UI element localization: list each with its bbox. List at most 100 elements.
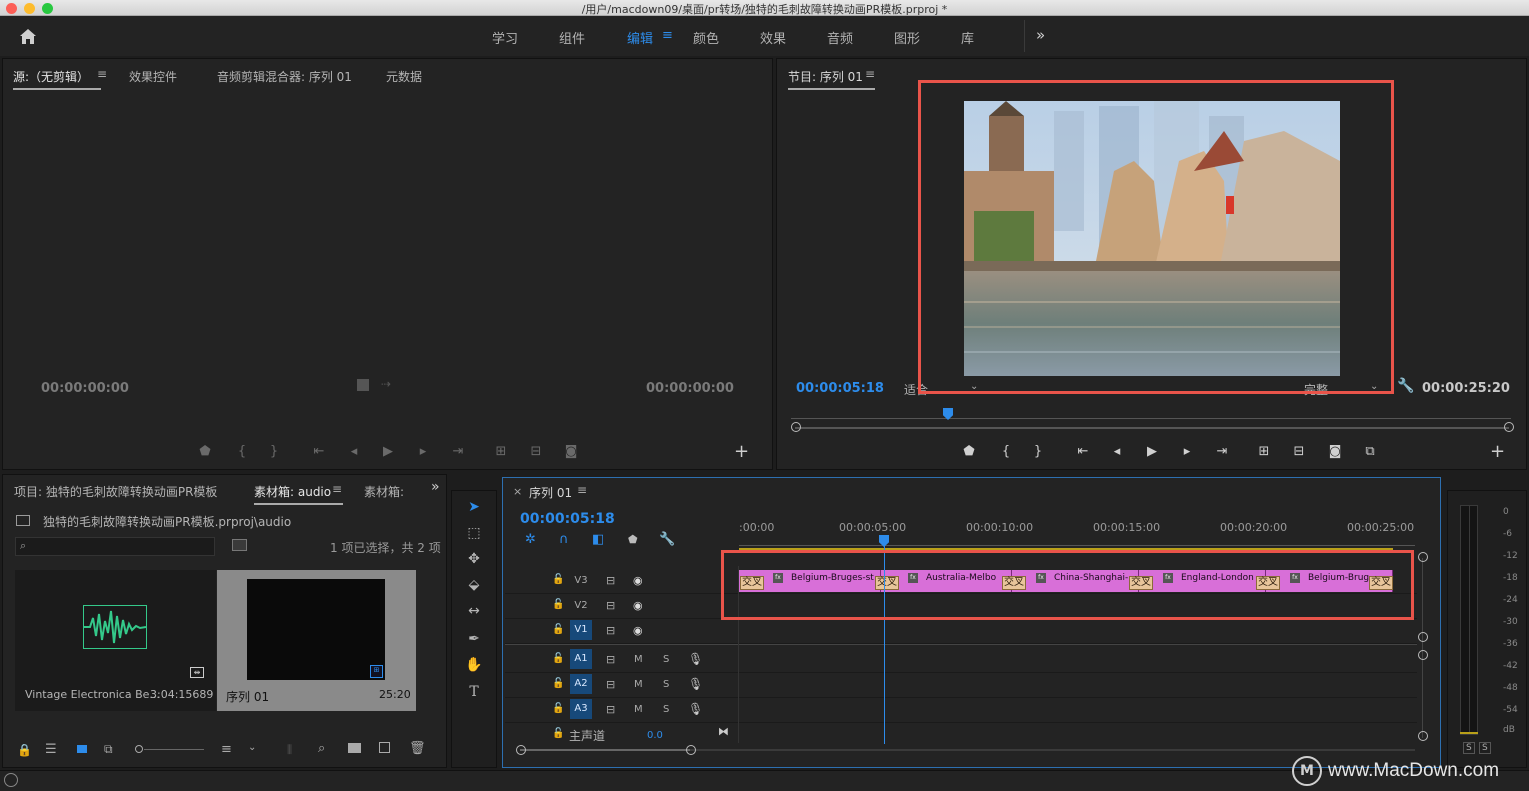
vertical-scrollbar[interactable] [1422,558,1423,738]
tab-project[interactable]: 项目: 独特的毛刺故障转换动画PR模板 [14,483,217,500]
sync-lock-icon[interactable]: ⊟ [606,678,615,691]
add-button-icon[interactable]: + [1490,441,1505,462]
drag-video-icon[interactable]: ⇢ [381,377,391,391]
timeline-timecode[interactable]: 00:00:05:18 [520,511,615,527]
extract-icon[interactable]: ⊟ [1290,444,1308,459]
work-area-bar[interactable] [739,548,1393,551]
step-forward-icon[interactable]: ▸ [414,444,432,459]
panel-menu-icon[interactable]: ≡ [332,482,342,496]
sync-lock-icon[interactable]: ⊟ [606,599,615,612]
eye-icon[interactable]: ◉ [633,599,643,612]
timeline-tab[interactable]: 序列 01 [529,484,572,501]
settings-icon[interactable] [357,379,369,391]
track-label-v3[interactable]: V3 [570,571,592,591]
list-view-icon[interactable]: ☰ [45,742,57,757]
solo-left[interactable]: S [1463,742,1475,754]
lock-icon[interactable]: 🔒 [17,743,32,757]
transition-cross[interactable]: 交叉 [1369,576,1393,590]
tab-bin-audio[interactable]: 素材箱: audio [254,483,344,505]
time-ruler[interactable] [791,409,1511,419]
home-icon[interactable] [18,27,38,45]
selection-tool-icon[interactable]: ➤ [464,499,484,515]
master-volume[interactable]: 0.0 [647,730,663,741]
wrench-icon[interactable]: 🔧 [659,532,675,547]
zoom-handle-right[interactable] [1504,422,1514,432]
transition-cross[interactable]: 交叉 [1256,576,1280,590]
sync-lock-icon[interactable]: ⊟ [606,653,615,666]
trash-icon[interactable]: 🗑 [409,741,426,756]
step-back-icon[interactable]: ◂ [1108,444,1126,459]
fit-dropdown[interactable]: 适合 [904,381,928,398]
folder-up-icon[interactable] [16,515,30,526]
scroll-handle[interactable] [1418,731,1428,741]
track-label-a3[interactable]: A3 [570,699,592,719]
lock-icon[interactable]: 🔓 [552,703,564,714]
wrench-icon[interactable]: 🔧 [1397,378,1414,394]
tab-source[interactable]: 源:（无剪辑） [13,68,102,90]
mark-in-icon[interactable]: { [233,444,251,459]
pen-tool-icon[interactable]: ✒ [464,631,484,647]
program-video-frame[interactable] [964,101,1340,376]
go-to-out-icon[interactable]: ⇥ [1213,444,1231,459]
new-bin-icon[interactable] [348,743,361,753]
tab-metadata[interactable]: 元数据 [386,68,422,85]
zoom-handle-left[interactable] [791,422,801,432]
scroll-handle[interactable] [1418,552,1428,562]
workspace-overflow-button[interactable]: » [1036,26,1045,44]
add-marker-icon[interactable]: ⬟ [196,444,214,459]
workspace-tab-assembly[interactable]: 组件 [559,28,585,47]
lift-icon[interactable]: ⊞ [1255,444,1273,459]
go-to-in-icon[interactable]: ⇤ [310,444,328,459]
eye-icon[interactable]: ◉ [633,574,643,587]
lock-icon[interactable]: 🔓 [552,653,564,664]
mark-in-icon[interactable]: { [997,444,1015,459]
ripple-edit-tool-icon[interactable]: ✥ [464,551,484,567]
nest-icon[interactable]: ✲ [525,532,536,547]
scroll-handle[interactable] [686,745,696,755]
transition-cross[interactable]: 交叉 [875,576,899,590]
solo-button[interactable]: S [663,679,669,690]
go-to-next-edit-icon[interactable]: ⧓ [718,725,729,738]
tab-effect-controls[interactable]: 效果控件 [129,68,177,85]
close-icon[interactable]: × [513,485,522,498]
icon-view-icon[interactable] [77,745,87,753]
type-tool-icon[interactable]: T [464,684,484,700]
eye-icon[interactable]: ◉ [633,624,643,637]
scroll-handle[interactable] [516,745,526,755]
panel-overflow-icon[interactable]: » [431,479,440,495]
chevron-down-icon[interactable]: ⌄ [970,381,978,392]
lock-icon[interactable]: 🔓 [552,624,564,635]
sort-icon[interactable]: ≡ [221,742,232,757]
media-item-sequence[interactable]: ⊞ 序列 01 25:20 [217,570,416,711]
workspace-tab-learn[interactable]: 学习 [492,28,518,47]
track-label-a1[interactable]: A1 [570,649,592,669]
transition-cross[interactable]: 交叉 [740,576,764,590]
mute-button[interactable]: M [634,704,643,715]
zoom-scrollbar[interactable] [795,427,1509,429]
clip-england-london[interactable]: fx England-London [1139,570,1266,592]
new-item-icon[interactable] [379,742,390,753]
media-item-audio[interactable]: ⇹ Vintage Electronica Be... 3:04:15689 [15,570,216,711]
workspace-tab-color[interactable]: 颜色 [693,28,719,47]
microphone-icon[interactable]: 🎙 [688,652,703,666]
panel-menu-icon[interactable]: ≡ [865,67,875,81]
timeline-ruler[interactable] [739,537,1415,546]
lock-icon[interactable]: 🔓 [552,599,564,610]
find-icon[interactable] [232,539,247,551]
lock-icon[interactable]: 🔓 [552,728,564,739]
workspace-tab-graphics[interactable]: 图形 [894,28,920,47]
automate-to-sequence-icon[interactable]: ⫼ [287,743,292,757]
scroll-handle[interactable] [1418,650,1428,660]
sync-lock-icon[interactable]: ⊟ [606,703,615,716]
zoom-slider[interactable] [144,749,204,750]
export-frame-icon[interactable]: ◙ [562,444,580,459]
export-frame-icon[interactable]: ◙ [1326,444,1344,459]
linked-selection-icon[interactable]: ◧ [592,532,604,547]
hand-tool-icon[interactable]: ✋ [464,657,484,673]
zoom-slider-handle[interactable] [135,745,143,753]
mark-out-icon[interactable]: } [1029,444,1047,459]
go-to-in-icon[interactable]: ⇤ [1074,444,1092,459]
play-icon[interactable]: ▶ [379,444,397,459]
chevron-down-icon[interactable]: ⌄ [1370,381,1378,392]
clip-china-shanghai[interactable]: fx China-Shanghai- [1012,570,1139,592]
